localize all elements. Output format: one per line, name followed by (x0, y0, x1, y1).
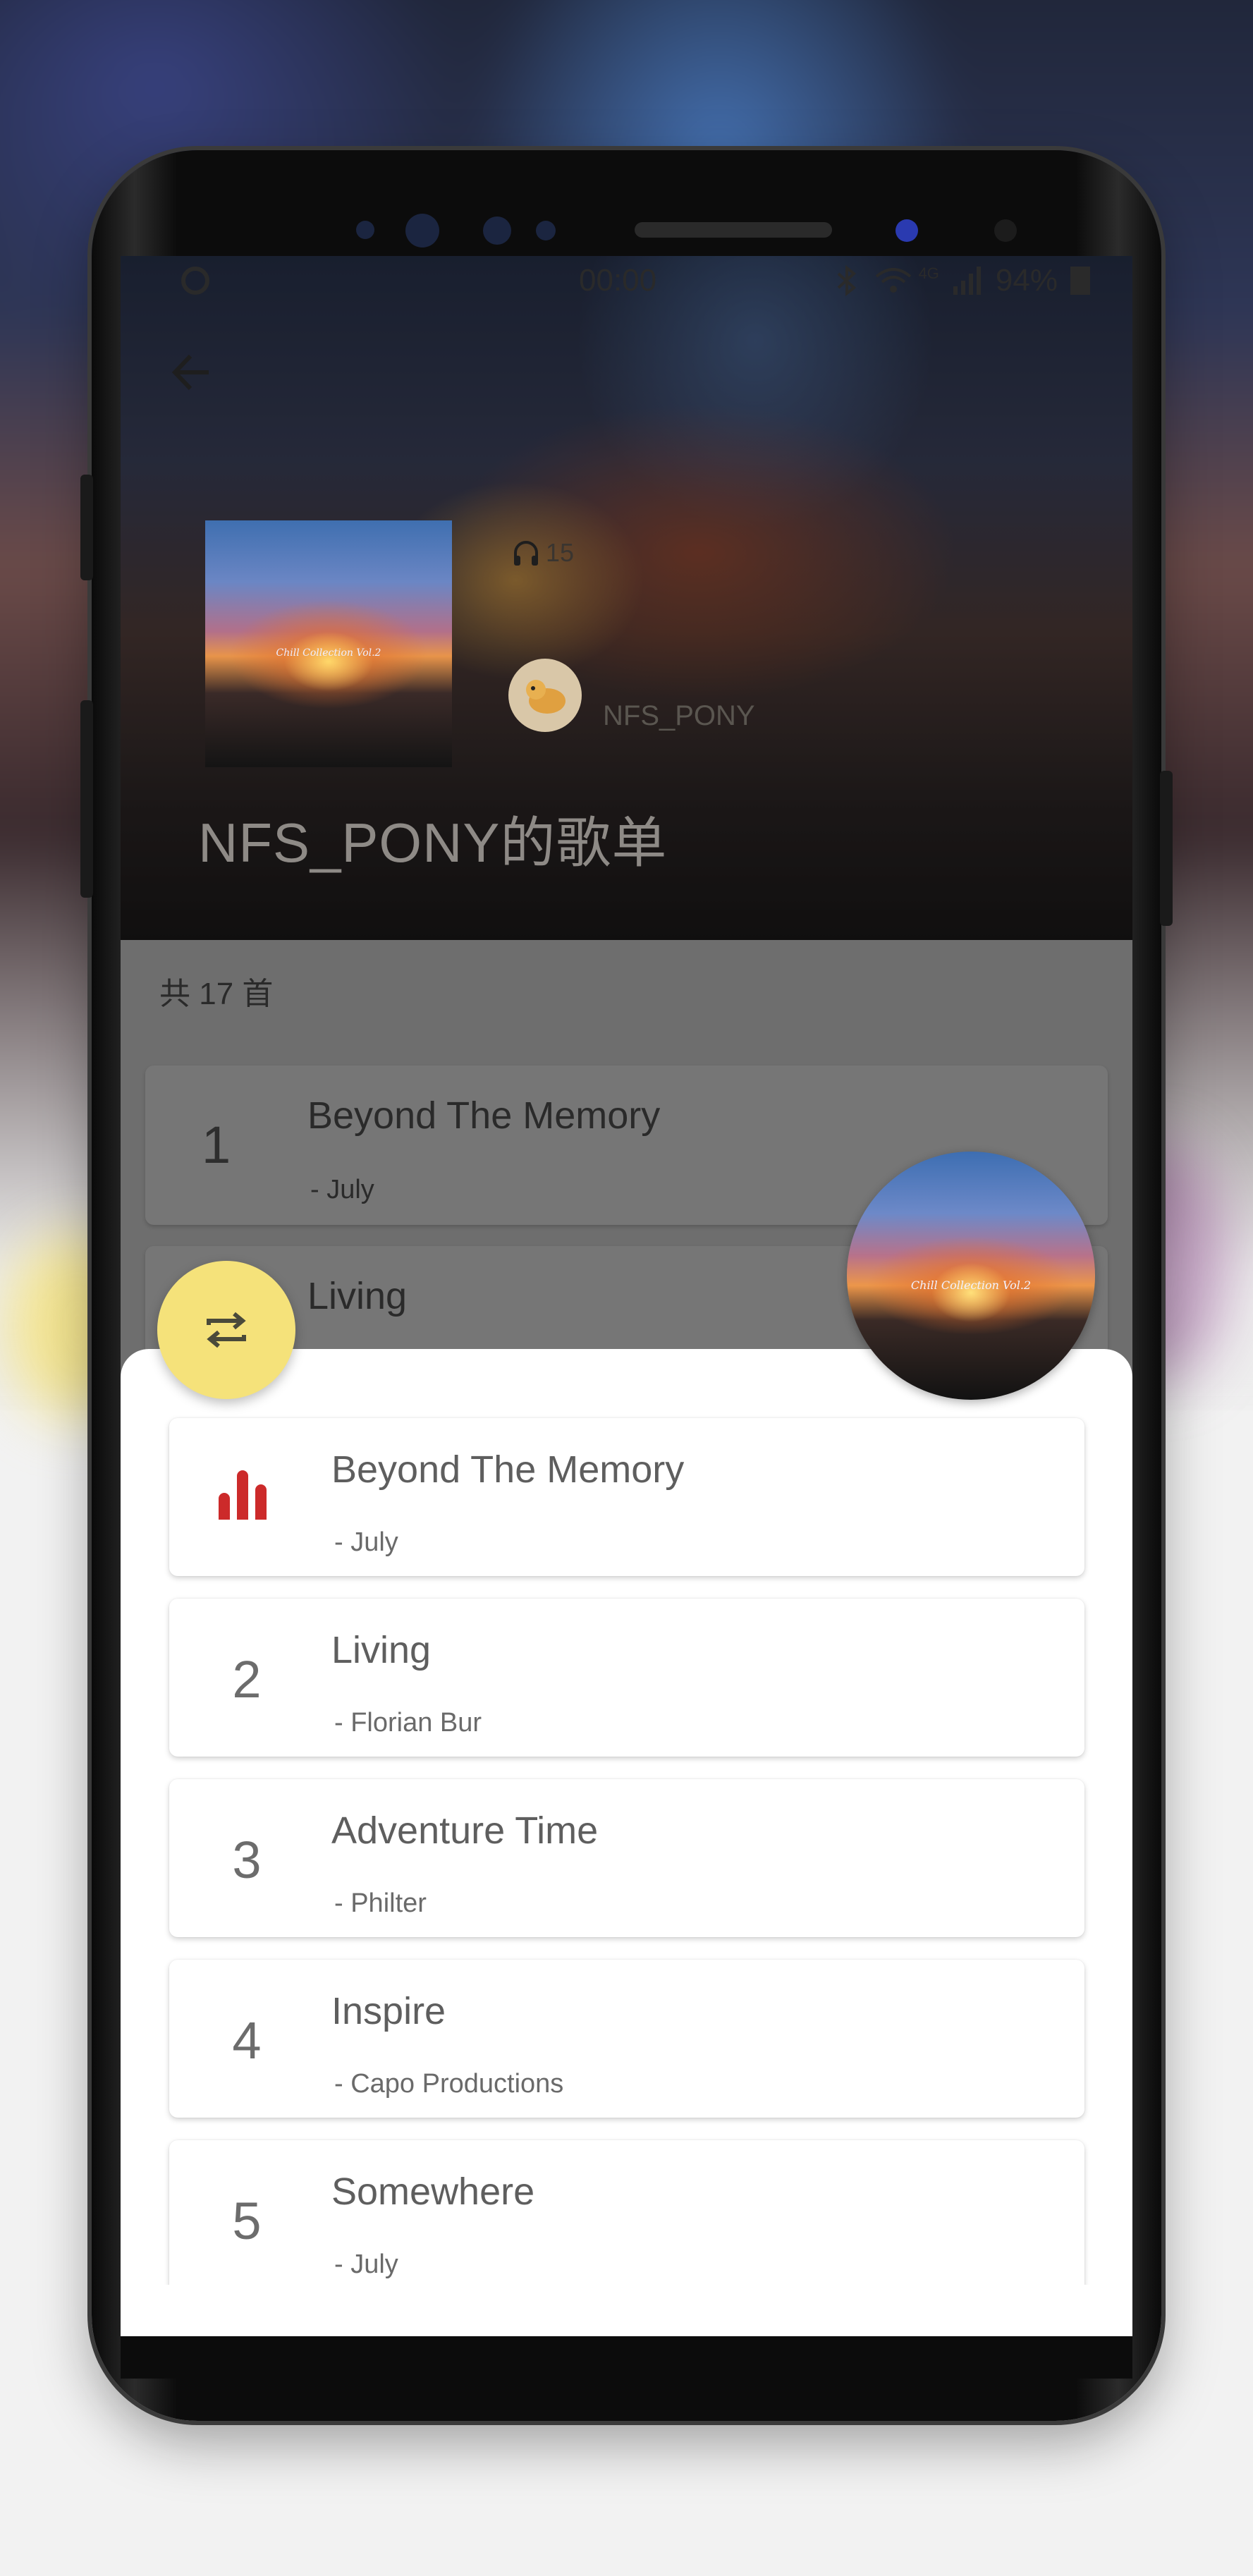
creator-name: NFS_PONY (603, 700, 755, 731)
earpiece-speaker (635, 222, 832, 238)
playlist-cover[interactable]: Chill Collection Vol.2 (205, 520, 452, 767)
power-button (1160, 771, 1173, 926)
playlist-header: 00:00 4G 94% Chill Collection Vol.2 15 N… (121, 256, 1132, 940)
song-artist: - July (310, 1175, 374, 1204)
playlist-title: NFS_PONY的歌单 (198, 812, 668, 874)
repeat-mode-button[interactable] (157, 1261, 295, 1399)
repeat-icon (207, 1312, 246, 1348)
song-title: Living (307, 1275, 408, 1317)
song-number: 3 (232, 1831, 262, 1889)
disc-cover-text: Chill Collection Vol.2 (910, 1278, 1032, 1292)
sensor-dot (994, 219, 1017, 242)
phone-bottom-bezel (121, 2336, 1132, 2379)
queue-item[interactable]: 5 Somewhere - July (169, 2140, 1084, 2285)
front-camera (405, 214, 439, 248)
avatar (508, 658, 582, 732)
bluetooth-icon (837, 265, 856, 296)
queue-item[interactable]: 2 Living - Florian Bur (169, 1599, 1084, 1757)
song-count: 共 17 首 (159, 977, 274, 1011)
equalizer-icon (219, 1467, 271, 1520)
song-number: 4 (232, 2011, 262, 2070)
sensor-dot (536, 221, 556, 240)
cover-text: Chill Collection Vol.2 (276, 647, 381, 659)
queue-list: Beyond The Memory - July 2 Living - Flor… (121, 1349, 1132, 2285)
now-playing-disc[interactable]: Chill Collection Vol.2 (847, 1152, 1095, 1400)
wifi-icon (875, 268, 911, 293)
song-number: 1 (202, 1116, 231, 1174)
network-type: 4G (918, 264, 939, 282)
song-title: Inspire (331, 1990, 446, 2032)
sensor-dot (356, 221, 374, 239)
app-screen: 00:00 4G 94% Chill Collection Vol.2 15 N… (121, 256, 1132, 2336)
creator-info[interactable]: NFS_PONY (508, 658, 755, 732)
headphones-icon (514, 541, 538, 566)
status-bar: 00:00 4G 94% (121, 256, 1132, 305)
proximity-sensor (896, 219, 918, 242)
signal-icon (953, 267, 981, 295)
iris-sensor (483, 216, 511, 245)
listen-count: 15 (512, 538, 574, 568)
arrow-left-icon (171, 354, 209, 391)
battery-icon (1070, 267, 1090, 295)
song-artist: - Capo Productions (334, 2069, 564, 2099)
song-title: Somewhere (331, 2171, 535, 2213)
song-title: Living (331, 1629, 432, 1671)
song-title: Adventure Time (331, 1809, 599, 1852)
song-artist: - Philter (334, 1888, 427, 1918)
song-title: Beyond The Memory (331, 1448, 685, 1491)
song-artist: - July (334, 1527, 398, 1557)
song-number: 2 (232, 1650, 262, 1709)
play-queue-sheet: Beyond The Memory - July 2 Living - Flor… (121, 1349, 1132, 2336)
phone-sensors (282, 178, 1017, 256)
bixby-button (80, 700, 93, 898)
song-artist: - July (334, 2250, 398, 2279)
status-time: 00:00 (579, 263, 657, 298)
song-artist: - Florian Bur (334, 1708, 482, 1738)
listen-count-value: 15 (546, 538, 575, 567)
status-icons: 4G 94% (833, 263, 1090, 298)
queue-item[interactable]: 3 Adventure Time - Philter (169, 1779, 1084, 1937)
back-button[interactable] (163, 348, 219, 404)
song-title: Beyond The Memory (307, 1094, 661, 1137)
queue-item-playing[interactable]: Beyond The Memory - July (169, 1418, 1084, 1576)
volume-button (80, 475, 93, 580)
notification-icon (181, 267, 209, 295)
song-number: 5 (232, 2192, 262, 2250)
avatar-pony-icon (526, 679, 566, 714)
battery-percent: 94% (995, 263, 1058, 298)
queue-item[interactable]: 4 Inspire - Capo Productions (169, 1960, 1084, 2118)
